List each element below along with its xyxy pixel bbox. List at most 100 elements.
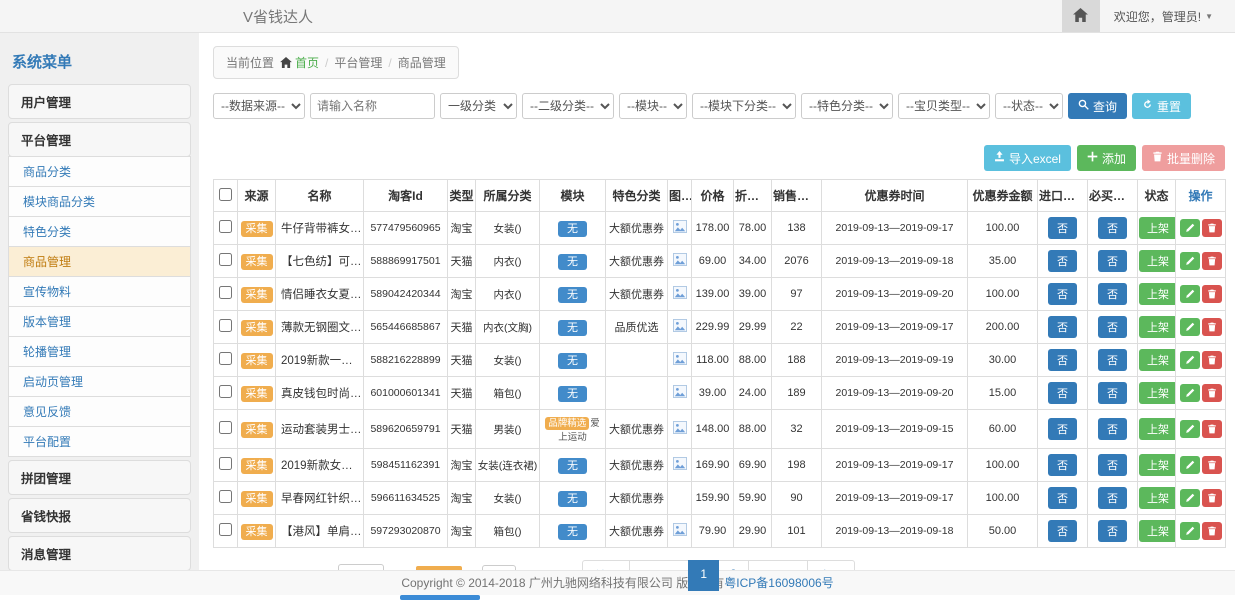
import-select-toggle[interactable]: 否	[1048, 250, 1077, 272]
sidebar-item[interactable]: 轮播管理	[8, 336, 191, 367]
import-select-toggle[interactable]: 否	[1048, 454, 1077, 476]
sidebar-item[interactable]: 意见反馈	[8, 396, 191, 427]
sidebar-item[interactable]: 宣传物料	[8, 276, 191, 307]
row-checkbox[interactable]	[219, 490, 232, 503]
status-button[interactable]: 上架	[1139, 316, 1176, 338]
edit-button[interactable]	[1180, 420, 1200, 438]
batch-delete-button[interactable]: 批量删除	[1142, 145, 1225, 171]
name-search-input[interactable]	[310, 93, 435, 119]
filter-select[interactable]: --状态--	[995, 93, 1063, 119]
discount-price-cell: 88.00	[734, 344, 772, 377]
edit-button[interactable]	[1180, 219, 1200, 237]
delete-button[interactable]	[1202, 285, 1222, 303]
horizontal-scrollbar-thumb[interactable]	[400, 595, 480, 600]
breadcrumb-home-link[interactable]: 首页	[295, 56, 319, 70]
must-buy-toggle[interactable]: 否	[1098, 418, 1127, 440]
filter-select[interactable]: --二级分类--	[522, 93, 614, 119]
status-button[interactable]: 上架	[1139, 418, 1176, 440]
delete-button[interactable]	[1202, 252, 1222, 270]
must-buy-toggle[interactable]: 否	[1098, 454, 1127, 476]
delete-button[interactable]	[1202, 420, 1222, 438]
delete-button[interactable]	[1202, 522, 1222, 540]
sidebar-item[interactable]: 商品管理	[8, 246, 191, 277]
delete-button[interactable]	[1202, 384, 1222, 402]
search-button[interactable]: 查询	[1068, 93, 1127, 119]
must-buy-toggle[interactable]: 否	[1098, 520, 1127, 542]
filter-select[interactable]: --宝贝类型--	[898, 93, 990, 119]
filter-select[interactable]: --模块下分类--	[692, 93, 796, 119]
status-button[interactable]: 上架	[1139, 217, 1176, 239]
row-checkbox[interactable]	[219, 352, 232, 365]
sidebar-item[interactable]: 平台管理	[8, 122, 191, 157]
edit-button[interactable]	[1180, 456, 1200, 474]
user-menu[interactable]: 欢迎您，管理员! ▼	[1100, 8, 1235, 25]
row-checkbox[interactable]	[219, 220, 232, 233]
import-select-toggle[interactable]: 否	[1048, 382, 1077, 404]
status-button[interactable]: 上架	[1139, 454, 1176, 476]
select-all-checkbox[interactable]	[219, 188, 232, 201]
row-checkbox[interactable]	[219, 385, 232, 398]
delete-button[interactable]	[1202, 489, 1222, 507]
row-checkbox[interactable]	[219, 523, 232, 536]
status-button[interactable]: 上架	[1139, 520, 1176, 542]
sidebar-item[interactable]: 省钱快报	[8, 498, 191, 533]
must-buy-toggle[interactable]: 否	[1098, 316, 1127, 338]
sidebar-item[interactable]: 商品分类	[8, 156, 191, 187]
price-cell: 229.99	[692, 311, 734, 344]
filter-select[interactable]: 一级分类	[440, 93, 517, 119]
delete-button[interactable]	[1202, 351, 1222, 369]
delete-button[interactable]	[1202, 456, 1222, 474]
edit-button[interactable]	[1180, 285, 1200, 303]
edit-button[interactable]	[1180, 384, 1200, 402]
sidebar-item[interactable]: 用户管理	[8, 84, 191, 119]
import-select-toggle[interactable]: 否	[1048, 217, 1077, 239]
import-select-toggle[interactable]: 否	[1048, 316, 1077, 338]
add-button[interactable]: 添加	[1077, 145, 1136, 171]
row-checkbox[interactable]	[219, 286, 232, 299]
must-buy-toggle[interactable]: 否	[1098, 283, 1127, 305]
row-checkbox[interactable]	[219, 319, 232, 332]
import-select-toggle[interactable]: 否	[1048, 349, 1077, 371]
sidebar-item[interactable]: 启动页管理	[8, 366, 191, 397]
sidebar-item[interactable]: 版本管理	[8, 306, 191, 337]
status-button[interactable]: 上架	[1139, 349, 1176, 371]
table-row: 采集【七色纺】可爱纯棉家...588869917501天猫内衣()无大额优惠券6…	[214, 245, 1226, 278]
filter-select[interactable]: --模块--	[619, 93, 687, 119]
filter-select[interactable]: --特色分类--	[801, 93, 893, 119]
edit-button[interactable]	[1180, 351, 1200, 369]
must-buy-toggle[interactable]: 否	[1098, 217, 1127, 239]
must-buy-toggle[interactable]: 否	[1098, 250, 1127, 272]
import-select-toggle[interactable]: 否	[1048, 520, 1077, 542]
import-excel-button[interactable]: 导入excel	[984, 145, 1071, 171]
sidebar-item[interactable]: 平台配置	[8, 426, 191, 457]
delete-button[interactable]	[1202, 318, 1222, 336]
delete-button[interactable]	[1202, 219, 1222, 237]
import-select-toggle[interactable]: 否	[1048, 487, 1077, 509]
import-select-toggle[interactable]: 否	[1048, 418, 1077, 440]
page-button[interactable]: 1	[688, 560, 719, 591]
import-select-toggle[interactable]: 否	[1048, 283, 1077, 305]
sidebar-item[interactable]: 模块商品分类	[8, 186, 191, 217]
reset-button[interactable]: 重置	[1132, 93, 1191, 119]
feature-category-cell: 大额优惠券	[606, 410, 668, 449]
row-checkbox[interactable]	[219, 253, 232, 266]
must-buy-toggle[interactable]: 否	[1098, 487, 1127, 509]
edit-button[interactable]	[1180, 252, 1200, 270]
status-button[interactable]: 上架	[1139, 487, 1176, 509]
sidebar-item[interactable]: 消息管理	[8, 536, 191, 570]
status-button[interactable]: 上架	[1139, 382, 1176, 404]
edit-button[interactable]	[1180, 522, 1200, 540]
edit-button[interactable]	[1180, 489, 1200, 507]
sidebar-item[interactable]: 特色分类	[8, 216, 191, 247]
sidebar-item[interactable]: 拼团管理	[8, 460, 191, 495]
icp-link[interactable]: 粤ICP备16098006号	[724, 576, 833, 590]
must-buy-toggle[interactable]: 否	[1098, 349, 1127, 371]
edit-button[interactable]	[1180, 318, 1200, 336]
status-button[interactable]: 上架	[1139, 250, 1176, 272]
row-checkbox[interactable]	[219, 457, 232, 470]
home-button[interactable]	[1062, 0, 1100, 32]
filter-select[interactable]: --数据来源--	[213, 93, 305, 119]
row-checkbox[interactable]	[219, 421, 232, 434]
status-button[interactable]: 上架	[1139, 283, 1176, 305]
must-buy-toggle[interactable]: 否	[1098, 382, 1127, 404]
